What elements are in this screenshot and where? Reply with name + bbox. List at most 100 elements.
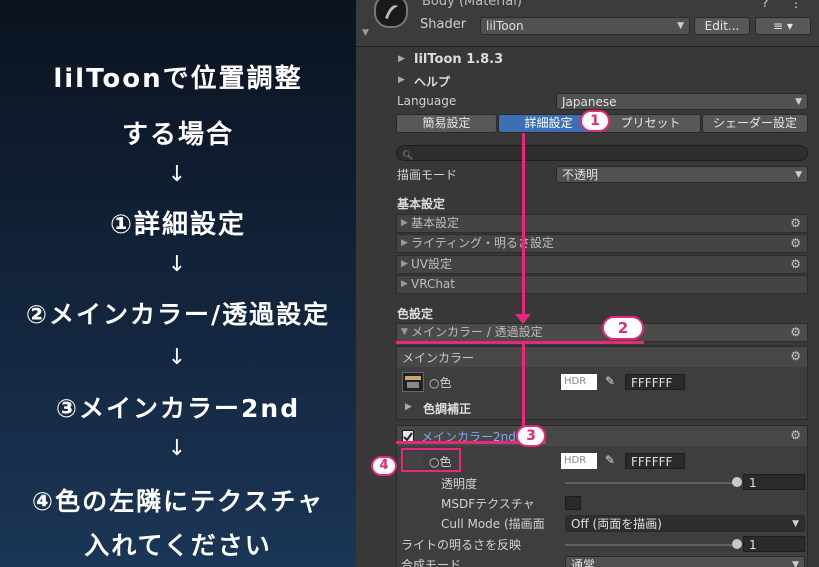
color-settings-heading: 色設定 — [397, 307, 434, 321]
expand-icon[interactable]: ▶ — [398, 75, 405, 85]
cull-mode-label: Cull Mode (描画面 — [441, 517, 545, 531]
section-lighting[interactable]: ▶ ライティング・明るさ設定 ⚙ — [396, 234, 808, 253]
main-color-2nd-toggle[interactable] — [402, 430, 414, 442]
chevron-down-icon: ▼ — [795, 170, 802, 180]
shader-value: lilToon — [486, 19, 524, 33]
section-main-color-transparency[interactable]: ▼ メインカラー / 透過設定 ⚙ — [396, 323, 808, 342]
help-icon[interactable]: ? — [762, 0, 768, 10]
language-dropdown[interactable]: Japanese ▼ — [556, 93, 808, 110]
annotation-marker-4: 4 — [371, 456, 397, 476]
main-color-2nd-label: ○色 — [429, 455, 452, 469]
expand-icon[interactable]: ▶ — [405, 402, 412, 412]
opacity-value[interactable]: 1 — [743, 474, 805, 490]
main-color-title: メインカラー — [402, 351, 475, 365]
light-brightness-slider[interactable] — [565, 544, 737, 546]
section-label: メインカラー / 透過設定 — [411, 325, 543, 339]
instruction-step-4: ④色の左隣にテクスチャ — [31, 487, 325, 516]
blend-mode-dropdown[interactable]: 通常 ▼ — [565, 556, 805, 567]
search-input[interactable]: 🔍︎ — [396, 145, 808, 161]
list-icon: ≡ ▾ — [773, 19, 793, 33]
instruction-step-2: ②メインカラー/透過設定 — [25, 300, 331, 329]
basic-settings-heading: 基本設定 — [397, 197, 446, 211]
gear-icon[interactable]: ⚙ — [790, 215, 801, 232]
main-color-2nd-swatch[interactable]: HDR — [561, 453, 597, 469]
material-preview-icon — [374, 0, 408, 28]
tab-simple-settings[interactable]: 簡易設定 — [396, 114, 497, 133]
section-label: ライティング・明るさ設定 — [411, 236, 555, 250]
arrow-down-icon: ↓ — [167, 162, 189, 187]
foldout-icon[interactable]: ▼ — [362, 28, 369, 38]
material-inspector: Body (Material) Shader lilToon ▼ Edit...… — [356, 0, 819, 567]
arrow-down-icon: ↓ — [167, 345, 189, 370]
eyedropper-icon[interactable]: ✎ — [605, 453, 615, 467]
render-mode-label: 描画モード — [397, 168, 458, 182]
version-label[interactable]: lilToon 1.8.3 — [414, 52, 503, 67]
shader-dropdown[interactable]: lilToon ▼ — [480, 17, 690, 35]
section-uv[interactable]: ▶ UV設定 ⚙ — [396, 255, 808, 274]
cull-mode-value: Off (両面を描画) — [571, 517, 662, 531]
opacity-slider[interactable] — [565, 482, 737, 484]
chevron-down-icon: ▼ — [795, 97, 802, 107]
instruction-step-1: ①詳細設定 — [109, 210, 246, 240]
shader-label: Shader — [420, 17, 467, 32]
edit-shader-button[interactable]: Edit... — [694, 17, 750, 35]
chevron-down-icon: ▼ — [677, 21, 684, 31]
blend-mode-value: 通常 — [571, 558, 596, 567]
section-label: VRChat — [411, 277, 455, 291]
main-color-label: ○色 — [429, 376, 452, 390]
gear-icon[interactable]: ⚙ — [790, 256, 801, 273]
section-vrchat[interactable]: ▶ VRChat — [396, 275, 808, 294]
instruction-panel: lilToonで位置調整 する場合 ↓ ①詳細設定 ↓ ②メインカラー/透過設定… — [0, 0, 356, 567]
tab-advanced-settings[interactable]: 詳細設定 — [498, 114, 599, 133]
more-icon[interactable]: ⋮ — [790, 0, 802, 10]
main-color-2nd-box: メインカラー2nd ⚙ ○色 HDR ✎ FFFFFF 透明度 1 MSDFテク… — [396, 425, 808, 567]
main-color-2nd-texture-slot[interactable] — [405, 452, 423, 468]
render-mode-dropdown[interactable]: 不透明 ▼ — [556, 166, 808, 183]
main-color-2nd-title: メインカラー2nd — [421, 430, 516, 444]
tab-shader-settings[interactable]: シェーダー設定 — [702, 114, 808, 133]
instruction-step-4-cont: 入れてください — [84, 531, 272, 560]
section-label: UV設定 — [411, 257, 452, 271]
eyedropper-icon[interactable]: ✎ — [605, 374, 615, 388]
opacity-slider-handle[interactable] — [732, 477, 742, 487]
msdf-checkbox[interactable] — [565, 496, 581, 510]
language-label: Language — [397, 94, 457, 108]
main-color-hex[interactable]: FFFFFF — [625, 374, 685, 390]
opacity-label: 透明度 — [441, 477, 478, 491]
main-texture-slot[interactable] — [402, 372, 424, 392]
main-color-2nd-hex[interactable]: FFFFFF — [625, 453, 685, 469]
material-title: Body (Material) — [422, 0, 522, 9]
collapse-icon: ▼ — [401, 327, 408, 337]
material-header: Body (Material) Shader lilToon ▼ Edit...… — [356, 0, 819, 47]
expand-icon: ▶ — [401, 259, 408, 269]
language-value: Japanese — [562, 95, 617, 109]
shader-menu-button[interactable]: ≡ ▾ — [755, 17, 811, 35]
instruction-subtitle: する場合 — [121, 120, 234, 150]
gear-icon[interactable]: ⚙ — [790, 235, 801, 252]
instruction-step-3: ③メインカラー2nd — [55, 394, 301, 423]
light-brightness-label: ライトの明るさを反映 — [401, 538, 522, 552]
arrow-down-icon: ↓ — [167, 436, 189, 461]
expand-icon: ▶ — [401, 279, 408, 289]
section-label: 基本設定 — [411, 216, 460, 230]
expand-icon: ▶ — [401, 238, 408, 248]
main-color-swatch[interactable]: HDR — [561, 374, 597, 390]
tab-presets[interactable]: プリセット — [600, 114, 701, 133]
instruction-title: lilToonで位置調整 — [53, 64, 303, 94]
tone-correction-foldout[interactable]: 色調補正 — [423, 400, 471, 417]
light-brightness-value[interactable]: 1 — [743, 536, 805, 552]
search-icon: 🔍︎ — [402, 151, 414, 161]
chevron-down-icon: ▼ — [792, 519, 799, 529]
gear-icon[interactable]: ⚙ — [790, 324, 801, 341]
light-brightness-slider-handle[interactable] — [732, 539, 742, 549]
help-foldout[interactable]: ヘルプ — [414, 73, 450, 90]
section-basic-settings[interactable]: ▶ 基本設定 ⚙ — [396, 214, 808, 233]
gear-icon[interactable]: ⚙ — [790, 349, 801, 363]
expand-icon[interactable]: ▶ — [398, 54, 405, 64]
main-color-box: メインカラー ⚙ ○色 HDR ✎ FFFFFF ▶ 色調補正 — [396, 346, 808, 420]
arrow-down-icon: ↓ — [167, 252, 189, 277]
msdf-label: MSDFテクスチャ — [441, 497, 535, 511]
gear-icon[interactable]: ⚙ — [790, 428, 801, 442]
cull-mode-dropdown[interactable]: Off (両面を描画) ▼ — [565, 515, 805, 532]
blend-mode-label: 合成モード — [401, 558, 462, 567]
